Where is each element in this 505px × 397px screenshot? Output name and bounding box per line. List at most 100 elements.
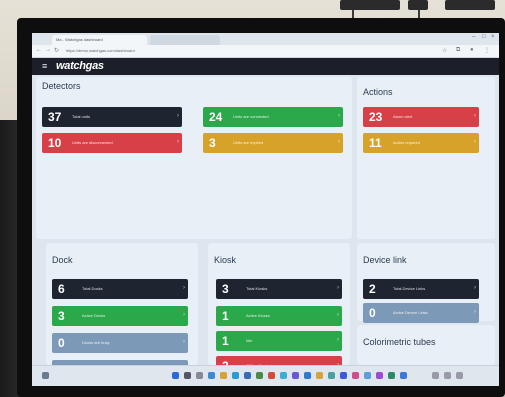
app-icon[interactable]	[280, 372, 287, 379]
url-field[interactable]: https://demo.watchgas.com/dashboard	[66, 48, 366, 54]
app-icon[interactable]	[400, 372, 407, 379]
dock-busy-tile[interactable]: 0 Docks are busy ›	[52, 333, 188, 353]
wall-device	[445, 0, 495, 10]
minimize-icon[interactable]: –	[472, 34, 475, 40]
volume-icon[interactable]	[456, 372, 463, 379]
tile-label: Total units	[72, 114, 91, 119]
tile-label: Total Kiosks	[246, 286, 268, 291]
reload-icon[interactable]: ↻	[54, 47, 59, 54]
tile-count: 3	[58, 309, 65, 323]
chevron-right-icon: ›	[177, 139, 179, 145]
more-options-icon[interactable]: ⋮	[484, 47, 490, 54]
os-taskbar	[32, 365, 499, 386]
task-view-icon[interactable]	[196, 372, 203, 379]
chevron-right-icon: ›	[183, 339, 185, 345]
device-link-active-tile[interactable]: 0 Active Device Links ›	[363, 303, 479, 323]
app-icon[interactable]	[256, 372, 263, 379]
chevron-right-icon: ›	[183, 285, 185, 291]
tile-label: Units are disconnected	[72, 140, 113, 145]
app-icon[interactable]	[268, 372, 275, 379]
star-icon[interactable]: ☆	[442, 47, 447, 54]
tile-label: Idle	[246, 338, 253, 343]
app-icon[interactable]	[304, 372, 311, 379]
detectors-disconnected-tile[interactable]: 10 Units are disconnected ›	[42, 133, 182, 153]
system-tray-icon[interactable]	[432, 372, 439, 379]
app-icon[interactable]	[316, 372, 323, 379]
app-icon[interactable]	[292, 372, 299, 379]
tile-count: 0	[58, 336, 65, 350]
chevron-right-icon: ›	[177, 113, 179, 119]
app-icon[interactable]	[328, 372, 335, 379]
actions-alarm-tile[interactable]: 23 Alarm alert ›	[363, 107, 479, 127]
kiosk-idle-tile[interactable]: 1 Idle ›	[216, 331, 342, 351]
kiosk-total-tile[interactable]: 3 Total Kiosks ›	[216, 279, 342, 299]
app-icon[interactable]	[352, 372, 359, 379]
tile-count: 3	[222, 282, 229, 296]
detectors-total-tile[interactable]: 37 Total units ›	[42, 107, 182, 127]
app-icon[interactable]	[376, 372, 383, 379]
tile-count: 24	[209, 110, 223, 124]
chevron-right-icon: ›	[474, 309, 476, 315]
dashboard-content: Detectors 37 Total units › 24 Units are …	[32, 75, 499, 380]
wifi-icon[interactable]	[444, 372, 451, 379]
tile-label: Alarm alert	[393, 114, 413, 119]
chevron-right-icon: ›	[337, 285, 339, 291]
tile-label: Docks are busy	[82, 340, 110, 345]
app-icon[interactable]	[208, 372, 215, 379]
tile-count: 2	[369, 282, 376, 296]
tile-count: 10	[48, 136, 62, 150]
dock-active-tile[interactable]: 3 Active Docks ›	[52, 306, 188, 326]
widgets-icon[interactable]	[42, 372, 49, 379]
app-icon[interactable]	[388, 372, 395, 379]
tile-label: Active Kiosks	[246, 313, 270, 318]
tile-label: Units are expired	[233, 140, 264, 145]
colorimetric-title: Colorimetric tubes	[363, 337, 436, 347]
tile-label: Active Device Links	[393, 310, 428, 315]
wall-device	[408, 0, 428, 10]
hamburger-menu-icon[interactable]: ≡	[42, 61, 47, 71]
chevron-right-icon: ›	[337, 337, 339, 343]
tile-label: Total Docks	[82, 286, 103, 291]
actions-title: Actions	[363, 87, 393, 97]
dock-panel: Dock 6 Total Docks › 3 Active Docks › 0 …	[46, 243, 198, 380]
chevron-right-icon: ›	[474, 285, 476, 291]
device-link-total-tile[interactable]: 2 Total Device Links ›	[363, 279, 479, 299]
dock-total-tile[interactable]: 6 Total Docks ›	[52, 279, 188, 299]
tile-count: 11	[369, 136, 382, 150]
browser-tab-bar: Ma - Watchgas dashboard – □ ×	[32, 33, 499, 45]
start-icon[interactable]	[172, 372, 179, 379]
tile-count: 37	[48, 110, 62, 124]
file-explorer-icon[interactable]	[220, 372, 227, 379]
maximize-icon[interactable]: □	[482, 34, 486, 40]
tile-label: Total Device Links	[393, 286, 426, 291]
chevron-right-icon: ›	[474, 139, 476, 145]
detectors-expired-tile[interactable]: 3 Units are expired ›	[203, 133, 343, 153]
device-link-panel: Device link 2 Total Device Links › 0 Act…	[357, 243, 495, 323]
tile-count: 6	[58, 282, 65, 296]
actions-required-tile[interactable]: 11 Action required ›	[363, 133, 479, 153]
tile-label: Action required	[393, 140, 420, 145]
app-header: ≡ watchgas	[32, 58, 499, 75]
app-icon[interactable]	[340, 372, 347, 379]
close-icon[interactable]: ×	[491, 34, 495, 40]
kiosk-active-tile[interactable]: 1 Active Kiosks ›	[216, 306, 342, 326]
chevron-right-icon: ›	[474, 113, 476, 119]
app-icon[interactable]	[364, 372, 371, 379]
kiosk-panel: Kiosk 3 Total Kiosks › 1 Active Kiosks ›…	[208, 243, 350, 376]
search-icon[interactable]	[184, 372, 191, 379]
browser-address-bar: ← → ↻ https://demo.watchgas.com/dashboar…	[32, 45, 499, 58]
browser-tab-active[interactable]: Ma - Watchgas dashboard	[52, 35, 147, 45]
wall-device	[340, 0, 400, 10]
forward-arrow-icon[interactable]: →	[45, 47, 51, 53]
browser-tab[interactable]	[150, 35, 220, 45]
profile-icon[interactable]: ●	[470, 47, 474, 53]
extensions-icon[interactable]: ⧉	[456, 47, 460, 54]
brand-logo[interactable]: watchgas	[56, 60, 104, 72]
detectors-connected-tile[interactable]: 24 Units are connected ›	[203, 107, 343, 127]
dock-title: Dock	[52, 255, 73, 265]
edge-icon[interactable]	[232, 372, 239, 379]
app-icon[interactable]	[244, 372, 251, 379]
chevron-right-icon: ›	[337, 312, 339, 318]
back-arrow-icon[interactable]: ←	[36, 47, 42, 53]
tile-count: 1	[222, 334, 229, 348]
